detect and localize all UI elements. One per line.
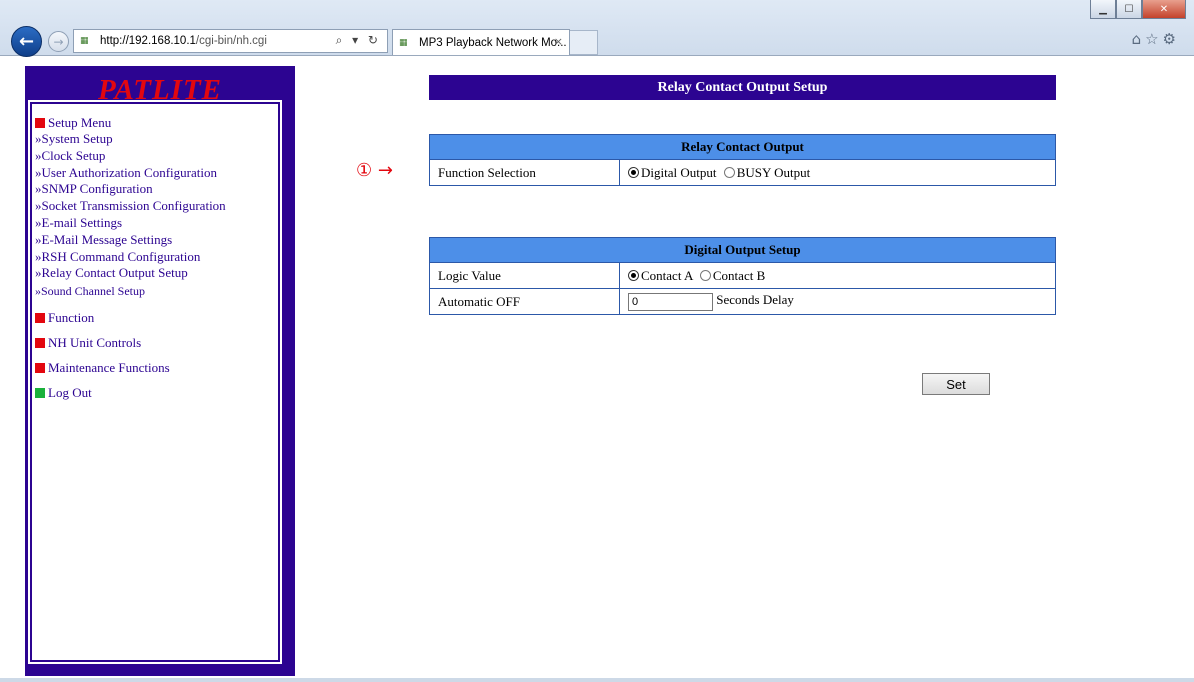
url-host: http://192.168.10.1: [100, 35, 196, 47]
digital-output-table: Digital Output Setup Logic Value Contact…: [429, 237, 1056, 315]
digital-output-header: Digital Output Setup: [429, 237, 1056, 263]
browser-tab[interactable]: ▦ MP3 Playback Network Mo... ×: [392, 29, 570, 55]
nh-unit-controls-heading[interactable]: NH Unit Controls: [35, 335, 273, 351]
menu-link-rsh-command[interactable]: »RSH Command Configuration: [35, 249, 273, 266]
red-square-icon: [35, 118, 45, 128]
table-row: Function Selection Digital Output BUSY O…: [429, 159, 1056, 186]
home-star-gear-icons[interactable]: ⌂☆⚙: [1132, 30, 1180, 48]
search-refresh-icons[interactable]: ⌕ ▾ ↻: [336, 33, 381, 48]
menu-link-email-message[interactable]: »E-Mail Message Settings: [35, 232, 273, 249]
automatic-off-label: Automatic OFF: [429, 288, 620, 315]
url-path: /cgi-bin/nh.cgi: [195, 35, 267, 47]
annotation-marker: ① →: [356, 160, 393, 181]
site-favicon-icon: ▦: [80, 36, 89, 46]
forward-arrow-icon[interactable]: →: [48, 31, 69, 52]
menu-link-sound-channel[interactable]: »Sound Channel Setup: [35, 282, 273, 301]
automatic-off-cell: Seconds Delay: [619, 288, 1056, 315]
radio-unselected-icon: [723, 166, 735, 178]
menu-box: Setup Menu »System Setup »Clock Setup »U…: [28, 100, 282, 664]
logic-value-label: Logic Value: [429, 262, 620, 289]
tab-title: MP3 Playback Network Mo...: [419, 36, 567, 49]
maximize-button[interactable]: ☐: [1116, 0, 1142, 19]
table-row: Logic Value Contact A Contact B: [429, 262, 1056, 289]
menu-link-user-authorization[interactable]: »User Authorization Configuration: [35, 165, 273, 182]
browser-chrome: ▁ ☐ ✕ ← → ▦ http://192.168.10.1/cgi-bin/…: [0, 0, 1194, 57]
table-row: Automatic OFF Seconds Delay: [429, 288, 1056, 315]
radio-selected-icon: [628, 166, 639, 178]
menu-link-clock-setup[interactable]: »Clock Setup: [35, 148, 273, 165]
logic-value-options: Contact A Contact B: [619, 262, 1056, 289]
menu-link-email-settings[interactable]: »E-mail Settings: [35, 215, 273, 232]
menu-link-relay-contact[interactable]: »Relay Contact Output Setup: [35, 265, 273, 282]
relay-contact-table: Relay Contact Output Function Selection …: [429, 134, 1056, 186]
red-square-icon: [35, 338, 45, 349]
tab-favicon-icon: ▦: [399, 37, 408, 48]
contact-b-radio[interactable]: Contact B: [699, 268, 765, 283]
page-title: Relay Contact Output Setup: [429, 75, 1056, 100]
setup-menu-heading[interactable]: Setup Menu: [35, 115, 273, 131]
sidebar: PATLITE Setup Menu »System Setup »Clock …: [25, 66, 295, 676]
digital-output-radio[interactable]: Digital Output: [628, 165, 720, 180]
contact-a-radio[interactable]: Contact A: [628, 268, 696, 283]
busy-output-radio[interactable]: BUSY Output: [723, 165, 810, 180]
menu-link-system-setup[interactable]: »System Setup: [35, 131, 273, 148]
function-selection-options: Digital Output BUSY Output: [619, 159, 1056, 186]
tab-close-icon[interactable]: ×: [554, 35, 563, 48]
red-square-icon: [35, 363, 45, 374]
seconds-delay-label: Seconds Delay: [716, 292, 794, 308]
radio-selected-icon: [628, 269, 639, 281]
bottom-border: [0, 678, 1194, 682]
function-heading[interactable]: Function: [35, 310, 273, 326]
back-arrow-icon[interactable]: ←: [11, 26, 42, 57]
log-out-link[interactable]: Log Out: [35, 385, 273, 401]
new-tab-button[interactable]: [570, 30, 598, 55]
relay-contact-header: Relay Contact Output: [429, 134, 1056, 160]
menu-link-snmp[interactable]: »SNMP Configuration: [35, 181, 273, 198]
set-button[interactable]: Set: [922, 373, 990, 395]
function-selection-label: Function Selection: [429, 159, 620, 186]
red-square-icon: [35, 313, 45, 324]
automatic-off-input[interactable]: [628, 292, 713, 311]
menu-link-socket-transmission[interactable]: »Socket Transmission Configuration: [35, 198, 273, 215]
minimize-button[interactable]: ▁: [1090, 0, 1116, 19]
window-controls: ▁ ☐ ✕: [1090, 0, 1186, 20]
maintenance-heading[interactable]: Maintenance Functions: [35, 360, 273, 376]
radio-unselected-icon: [699, 269, 711, 281]
close-window-button[interactable]: ✕: [1142, 0, 1186, 19]
green-square-icon: [35, 388, 45, 399]
address-bar[interactable]: ▦ http://192.168.10.1/cgi-bin/nh.cgi ⌕ ▾…: [73, 29, 388, 53]
